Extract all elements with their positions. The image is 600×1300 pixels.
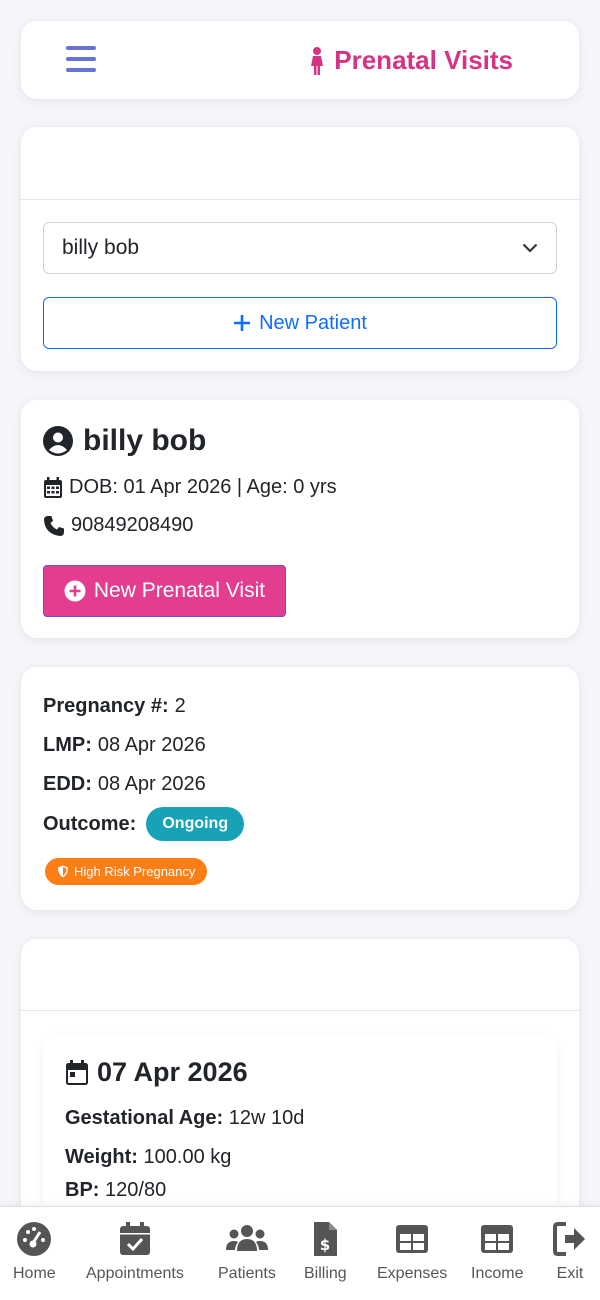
lmp-value: 08 Apr 2026: [97, 734, 206, 756]
patient-dob-line: DOB: 01 Apr 2026 | Age: 0 yrs: [43, 476, 337, 499]
nav-appointments-label: Appointments: [86, 1265, 184, 1282]
nav-exit-label: Exit: [556, 1265, 584, 1282]
gauge-icon: [17, 1222, 52, 1256]
new-prenatal-visit-button[interactable]: New Prenatal Visit: [43, 565, 286, 617]
pregnancy-number-label: Pregnancy #:: [43, 695, 169, 717]
page-title-text: Prenatal Visits: [334, 45, 513, 75]
weight-value: 100.00 kg: [143, 1146, 232, 1168]
patient-select-card: billy bob New Patient: [21, 127, 579, 371]
invoice-dollar-icon: $: [314, 1222, 338, 1256]
nav-billing-label: Billing: [304, 1265, 347, 1282]
nav-billing[interactable]: $ Billing: [304, 1221, 347, 1283]
pregnancy-number-value: 2: [174, 695, 186, 717]
high-risk-badge: High Risk Pregnancy: [45, 858, 208, 885]
patient-select[interactable]: billy bob: [43, 222, 557, 274]
nav-patients-label: Patients: [218, 1265, 276, 1282]
nav-patients[interactable]: Patients: [218, 1221, 276, 1283]
users-icon: [225, 1225, 268, 1251]
gestational-age-row: Gestational Age: 12w 10d: [65, 1107, 304, 1130]
weight-label: Weight:: [65, 1146, 138, 1168]
gestational-age-label: Gestational Age:: [65, 1107, 224, 1129]
menu-icon[interactable]: [66, 46, 96, 72]
plus-icon: [234, 315, 251, 331]
lmp-label: LMP:: [43, 734, 92, 756]
visit-date: 07 Apr 2026: [65, 1057, 248, 1088]
calendar-check-icon: [119, 1222, 150, 1255]
pregnancy-info-card: Pregnancy #: 2 LMP: 08 Apr 2026 EDD: 08 …: [21, 667, 579, 910]
patient-phone-text: 90849208490: [71, 514, 194, 536]
table-icon: [481, 1225, 514, 1253]
table-icon: [396, 1225, 429, 1253]
app-header: Prenatal Visits: [21, 21, 579, 99]
nav-home[interactable]: Home: [13, 1221, 56, 1283]
plus-circle-icon: [64, 580, 86, 602]
status-badge: Ongoing: [146, 807, 245, 841]
outcome-label: Outcome:: [43, 812, 137, 835]
pregnant-woman-icon: [311, 46, 324, 75]
edd-label: EDD:: [43, 773, 92, 795]
outcome-row: Outcome: Ongoing: [43, 807, 245, 841]
visit-date-text: 07 Apr 2026: [97, 1057, 248, 1087]
gestational-age-value: 12w 10d: [228, 1107, 305, 1129]
calendar-icon: [44, 476, 62, 498]
sign-out-icon: [553, 1222, 585, 1256]
bp-row: BP: 120/80: [65, 1179, 166, 1202]
user-circle-icon: [43, 426, 73, 456]
new-patient-button[interactable]: New Patient: [43, 297, 557, 349]
new-patient-label: New Patient: [259, 311, 367, 334]
patient-name-text: billy bob: [83, 424, 207, 457]
weight-row: Weight: 100.00 kg: [65, 1146, 231, 1169]
patient-phone-line: 90849208490: [43, 514, 193, 537]
pregnancy-number-row: Pregnancy #: 2: [43, 695, 186, 718]
high-risk-text: High Risk Pregnancy: [74, 864, 196, 879]
lmp-row: LMP: 08 Apr 2026: [43, 734, 206, 757]
nav-income-label: Income: [471, 1265, 524, 1282]
shield-icon: [58, 865, 68, 878]
bp-label: BP:: [65, 1179, 100, 1201]
new-prenatal-visit-label: New Prenatal Visit: [93, 579, 266, 602]
nav-income[interactable]: Income: [471, 1221, 523, 1283]
phone-icon: [44, 515, 64, 536]
patient-dob-text: DOB: 01 Apr 2026 | Age: 0 yrs: [69, 476, 337, 498]
card-divider: [21, 1010, 579, 1011]
patient-info-card: billy bob DOB: 01 Apr 2026 | Age: 0 yrs …: [21, 400, 579, 638]
nav-expenses-label: Expenses: [377, 1265, 448, 1282]
nav-exit[interactable]: Exit: [552, 1221, 588, 1283]
bottom-navigation: Home Appointments Patients $ Billing Exp…: [0, 1206, 600, 1300]
calendar-icon: [66, 1059, 88, 1085]
nav-home-label: Home: [13, 1265, 56, 1282]
patient-name: billy bob: [43, 424, 206, 458]
chevron-down-icon: [522, 243, 538, 253]
edd-row: EDD: 08 Apr 2026: [43, 773, 206, 796]
patient-select-value: billy bob: [62, 236, 140, 259]
svg-text:$: $: [320, 1236, 330, 1254]
bp-value: 120/80: [105, 1179, 167, 1201]
nav-appointments[interactable]: Appointments: [86, 1221, 184, 1283]
nav-expenses[interactable]: Expenses: [377, 1221, 447, 1283]
edd-value: 08 Apr 2026: [97, 773, 206, 795]
page-title: Prenatal Visits: [308, 45, 513, 76]
card-divider: [21, 199, 579, 200]
